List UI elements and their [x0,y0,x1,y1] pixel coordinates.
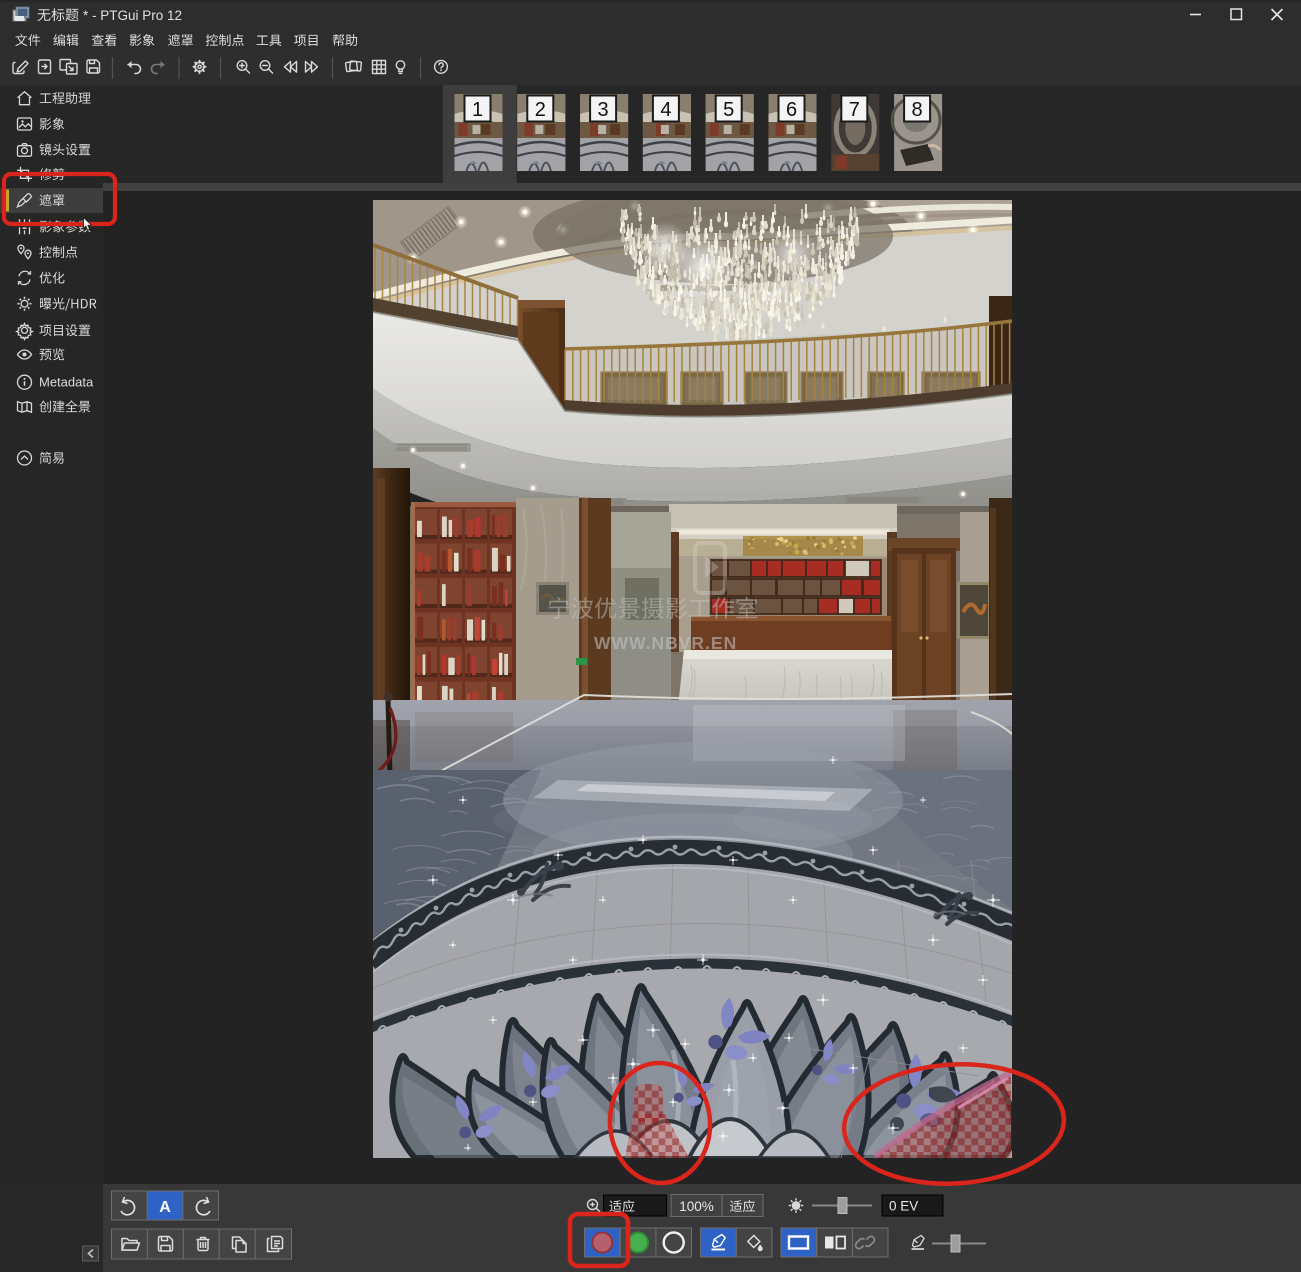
svg-text:2: 2 [535,99,546,121]
svg-text:100%: 100% [679,1199,714,1214]
svg-text:8: 8 [912,99,923,121]
svg-text:A: A [159,1199,171,1216]
svg-text:5: 5 [723,99,734,121]
svg-text:1: 1 [472,99,483,121]
svg-text:* - PTGui Pro 12: * - PTGui Pro 12 [83,8,182,23]
svg-text:Metadata: Metadata [39,375,94,390]
svg-text:7: 7 [849,99,860,121]
svg-text:4: 4 [660,99,671,121]
svg-text:6: 6 [786,99,797,121]
svg-text:3: 3 [598,99,609,121]
svg-text:0 EV: 0 EV [889,1199,918,1214]
